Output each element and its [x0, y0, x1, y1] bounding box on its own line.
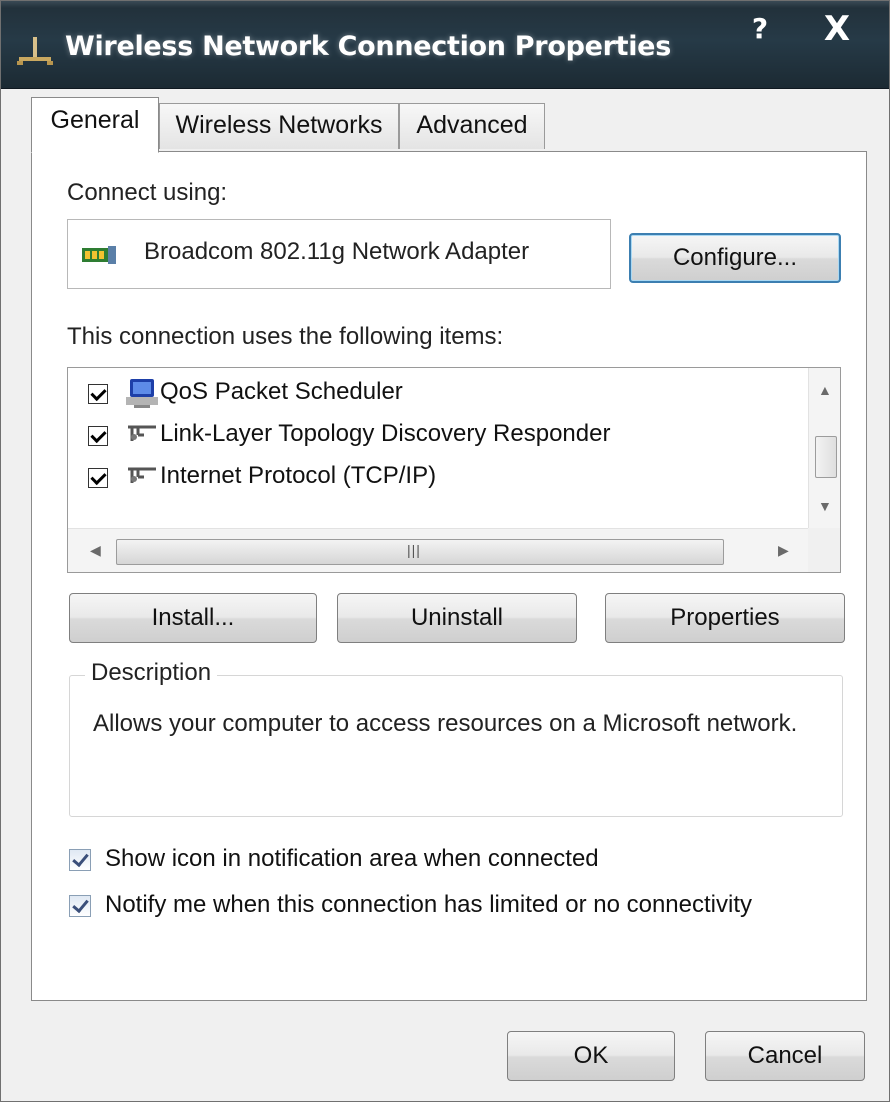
adapter-box: Broadcom 802.11g Network Adapter — [67, 219, 611, 289]
scroll-right-icon[interactable]: ▶ — [778, 542, 789, 559]
description-group — [69, 675, 843, 817]
network-protocol-icon — [128, 425, 156, 441]
tab-wireless-networks[interactable]: Wireless Networks — [159, 103, 399, 149]
qos-scheduler-icon — [126, 379, 158, 408]
description-text: Allows your computer to access resources… — [93, 710, 798, 737]
scroll-up-icon[interactable]: ▲ — [818, 382, 832, 398]
items-label: This connection uses the following items… — [67, 323, 504, 350]
tab-general[interactable]: General — [31, 97, 159, 153]
window-title: Wireless Network Connection Properties — [65, 31, 671, 62]
grip-icon: ||| — [407, 542, 421, 558]
network-protocol-icon — [128, 467, 156, 483]
ok-button[interactable]: OK — [507, 1031, 675, 1081]
notify-label: Notify me when this connection has limit… — [105, 891, 752, 918]
horizontal-scrollbar[interactable]: ◀ ||| ▶ — [68, 528, 808, 572]
title-bar[interactable]: Wireless Network Connection Properties ?… — [1, 1, 889, 89]
vertical-scrollbar[interactable]: ▲ ▼ — [808, 368, 840, 528]
adapter-name: Broadcom 802.11g Network Adapter — [144, 238, 530, 265]
install-button[interactable]: Install... — [69, 593, 317, 643]
properties-dialog: Wireless Network Connection Properties ?… — [0, 0, 890, 1102]
horizontal-scroll-thumb[interactable]: ||| — [116, 539, 724, 565]
item-checkbox[interactable] — [88, 468, 108, 488]
cancel-button[interactable]: Cancel — [705, 1031, 865, 1081]
help-button[interactable]: ? — [725, 9, 795, 51]
item-label: Internet Protocol (TCP/IP) — [160, 462, 437, 489]
item-checkbox[interactable] — [88, 426, 108, 446]
close-button[interactable]: X — [797, 9, 877, 51]
connect-using-label: Connect using: — [67, 179, 228, 206]
description-legend: Description — [85, 659, 218, 687]
components-list[interactable]: QoS Packet Scheduler Link-Layer Topology… — [67, 367, 841, 573]
list-item[interactable]: Link-Layer Topology Discovery Responder — [68, 416, 808, 456]
notify-checkbox[interactable] — [69, 895, 91, 917]
item-label: Link-Layer Topology Discovery Responder — [160, 420, 611, 447]
scroll-left-icon[interactable]: ◀ — [90, 542, 101, 559]
uninstall-button[interactable]: Uninstall — [337, 593, 577, 643]
scroll-down-icon[interactable]: ▼ — [818, 498, 832, 514]
network-adapter-icon — [82, 246, 116, 264]
item-checkbox[interactable] — [88, 384, 108, 404]
show-icon-label: Show icon in notification area when conn… — [105, 845, 599, 872]
item-label: QoS Packet Scheduler — [160, 378, 403, 405]
vertical-scroll-thumb[interactable] — [815, 436, 837, 478]
tab-advanced[interactable]: Advanced — [399, 103, 545, 149]
properties-button[interactable]: Properties — [605, 593, 845, 643]
show-icon-checkbox[interactable] — [69, 849, 91, 871]
list-item[interactable]: Internet Protocol (TCP/IP) — [68, 458, 808, 498]
list-item[interactable]: QoS Packet Scheduler — [68, 374, 808, 414]
scrollbar-corner — [808, 528, 840, 572]
configure-button[interactable]: Configure... — [629, 233, 841, 283]
network-connection-icon — [17, 37, 53, 65]
